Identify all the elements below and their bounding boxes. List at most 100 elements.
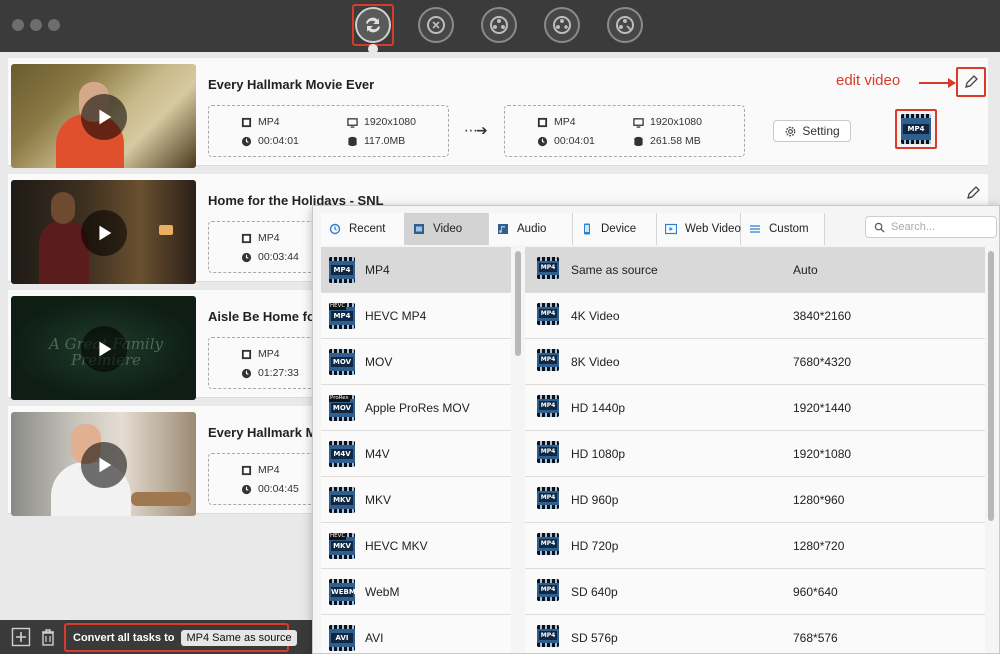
video-thumbnail[interactable] <box>11 412 196 516</box>
format-list-scrollbar[interactable] <box>515 251 521 356</box>
mp4-format-icon: MP4 <box>537 579 559 601</box>
format-search[interactable] <box>865 216 997 238</box>
title-bar <box>0 0 1000 54</box>
format-item[interactable]: MKV HEVC HEVC MKV <box>321 523 511 569</box>
format-item[interactable]: MP4 HEVC HEVC MP4 <box>321 293 511 339</box>
play-button[interactable] <box>81 94 127 140</box>
video-thumbnail[interactable] <box>11 64 196 168</box>
format-item[interactable]: MOV ProRes Apple ProRes MOV <box>321 385 511 431</box>
tab-label: Audio <box>517 223 547 235</box>
merge-icon <box>553 16 571 34</box>
format-item[interactable]: MKV MKV <box>321 477 511 523</box>
search-input[interactable] <box>891 221 991 233</box>
tab-web-video[interactable]: Web Video <box>657 213 741 245</box>
dvd-icon <box>490 16 508 34</box>
quality-item[interactable]: MP4 4K Video 3840*2160 <box>525 293 985 339</box>
format-label: HEVC MP4 <box>365 308 427 323</box>
toolbox-icon <box>616 16 634 34</box>
tab-label: Device <box>601 223 637 235</box>
compress-tool-button[interactable] <box>418 7 454 43</box>
convert-all-format-select[interactable]: MP4 Same as source <box>181 629 297 646</box>
clock-icon <box>241 252 252 262</box>
window-zoom-button[interactable] <box>48 19 60 31</box>
edit-video-button[interactable] <box>958 178 988 208</box>
arrow-right-icon <box>919 78 956 88</box>
output-info-box[interactable]: MP4 1920x1080 00:04:01 261.58 MB <box>504 105 745 157</box>
source-format: MP4 <box>258 116 280 128</box>
format-label: M4V <box>365 446 390 461</box>
quality-item[interactable]: MP4 HD 1080p 1920*1080 <box>525 431 985 477</box>
convert-arrow-icon: ⋯➔ <box>464 122 488 138</box>
tab-recent[interactable]: Recent <box>321 213 405 245</box>
play-button[interactable] <box>81 442 127 488</box>
output-duration: 00:04:01 <box>554 135 595 147</box>
film-icon <box>241 117 252 127</box>
add-file-icon[interactable] <box>11 627 31 647</box>
format-item[interactable]: AVI AVI <box>321 615 511 653</box>
clock-icon <box>241 136 252 146</box>
source-duration: 00:03:44 <box>258 251 299 263</box>
quality-item[interactable]: MP4 HD 1440p 1920*1440 <box>525 385 985 431</box>
quality-name: SD 576p <box>571 630 618 645</box>
quality-item[interactable]: MP4 Same as source Auto <box>525 247 985 293</box>
format-label: WebM <box>365 584 400 599</box>
film-icon <box>241 233 252 243</box>
quality-item[interactable]: MP4 SD 576p 768*576 <box>525 615 985 653</box>
video-thumbnail[interactable] <box>11 180 196 284</box>
quality-resolution: 960*640 <box>793 584 838 599</box>
source-format: MP4 <box>258 464 280 476</box>
format-label: Apple ProRes MOV <box>365 400 470 415</box>
source-duration: 01:27:33 <box>258 367 299 379</box>
format-label: MKV <box>365 492 392 507</box>
dvd-tool-button[interactable] <box>481 7 517 43</box>
tab-label: Web Video <box>685 223 741 235</box>
format-label: HEVC MKV <box>365 538 428 553</box>
video-thumbnail[interactable]: A Great Family Premiere <box>11 296 196 400</box>
play-button[interactable] <box>81 326 127 372</box>
window-minimize-button[interactable] <box>30 19 42 31</box>
convert-all-label: Convert all tasks to <box>73 631 175 644</box>
quality-list-scrollbar[interactable] <box>988 251 994 521</box>
task-row[interactable]: Every Hallmark Movie Ever edit video MP4… <box>8 58 988 168</box>
quality-item[interactable]: MP4 HD 720p 1280*720 <box>525 523 985 569</box>
setting-button[interactable]: Setting <box>773 120 851 142</box>
source-resolution: 1920x1080 <box>364 116 416 128</box>
quality-item[interactable]: MP4 HD 960p 1280*960 <box>525 477 985 523</box>
window-close-button[interactable] <box>12 19 24 31</box>
convert-all-control[interactable]: Convert all tasks to MP4 Same as source <box>64 623 297 652</box>
source-size: 117.0MB <box>364 135 406 147</box>
edit-video-button[interactable] <box>956 67 986 97</box>
film-icon <box>537 117 548 127</box>
tab-video[interactable]: Video <box>405 213 489 245</box>
tab-custom[interactable]: Custom <box>741 213 825 245</box>
play-button[interactable] <box>81 210 127 256</box>
format-item[interactable]: MOV MOV <box>321 339 511 385</box>
video-title: Every Hallmark M <box>208 425 317 440</box>
film-icon <box>414 224 424 234</box>
quality-item[interactable]: MP4 SD 640p 960*640 <box>525 569 985 615</box>
toolbox-tool-button[interactable] <box>607 7 643 43</box>
tab-audio[interactable]: Audio <box>489 213 573 245</box>
output-format-button[interactable]: MP4 <box>895 109 937 149</box>
mp4-format-icon: MP4 <box>537 303 559 325</box>
format-icon: MOV ProRes <box>329 394 355 421</box>
format-label: AVI <box>365 630 384 645</box>
quality-name: 8K Video <box>571 354 620 369</box>
merge-tool-button[interactable] <box>544 7 580 43</box>
format-item[interactable]: M4V M4V <box>321 431 511 477</box>
quality-resolution: Auto <box>793 262 818 277</box>
format-item[interactable]: WEBM WebM <box>321 569 511 615</box>
clock-icon <box>241 484 252 494</box>
search-icon <box>874 222 885 233</box>
format-label: MP4 <box>365 262 390 277</box>
film-icon <box>241 349 252 359</box>
quality-name: Same as source <box>571 262 658 277</box>
trash-icon[interactable] <box>38 627 58 647</box>
quality-item[interactable]: MP4 8K Video 7680*4320 <box>525 339 985 385</box>
format-icon: AVI <box>329 624 355 651</box>
mp4-format-icon: MP4 <box>537 395 559 417</box>
pencil-icon <box>965 75 978 88</box>
format-item[interactable]: MP4 MP4 <box>321 247 511 293</box>
tab-device[interactable]: Device <box>573 213 657 245</box>
format-list: MP4 MP4 MP4 HEVC HEVC MP4 MOV MOV MOV ProRes Appl… <box>321 247 511 653</box>
